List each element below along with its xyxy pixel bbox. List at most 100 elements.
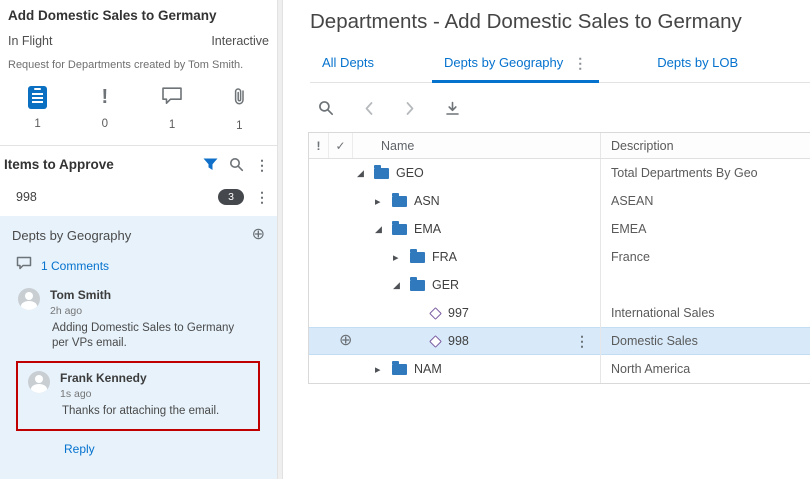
node-description: Domestic Sales: [601, 327, 810, 355]
request-title: Add Domestic Sales to Germany: [8, 8, 269, 23]
comment-time: 2h ago: [50, 305, 250, 317]
item-menu-icon[interactable]: ⋮: [255, 190, 269, 204]
grid-toolbar: [318, 100, 810, 116]
tree-row-997[interactable]: 997 International Sales: [309, 299, 810, 327]
comment-text: Thanks for attaching the email.: [60, 404, 219, 419]
folder-icon: [392, 364, 407, 375]
request-sidebar: Add Domestic Sales to Germany In Flight …: [0, 0, 277, 479]
node-description: EMEA: [601, 215, 810, 243]
expand-toggle-icon[interactable]: ▸: [375, 363, 391, 376]
node-label: 998: [448, 334, 469, 348]
filter-icon[interactable]: [203, 158, 218, 171]
request-subtitle: Request for Departments created by Tom S…: [8, 59, 269, 71]
folder-icon: [410, 252, 425, 263]
issues-count: 0: [102, 118, 108, 130]
items-menu-icon[interactable]: ⋮: [255, 158, 269, 172]
tab-depts-by-geography[interactable]: Depts by Geography ⋮: [432, 55, 599, 82]
avatar: [18, 288, 40, 310]
tab-label: Depts by Geography: [444, 55, 563, 70]
approval-item-998[interactable]: 998 3 ⋮: [0, 181, 277, 216]
request-status: In Flight: [8, 34, 52, 48]
tab-all-depts[interactable]: All Depts: [310, 55, 386, 82]
collapse-toggle-icon[interactable]: ◢: [375, 224, 391, 235]
comment-text: Adding Domestic Sales to Germany per VPs…: [50, 321, 250, 351]
folder-icon: [410, 280, 425, 291]
page-title: Departments - Add Domestic Sales to Germ…: [310, 10, 810, 34]
app-window: Add Domestic Sales to Germany In Flight …: [0, 0, 810, 479]
tab-depts-by-lob[interactable]: Depts by LOB: [645, 55, 750, 82]
row-menu-icon[interactable]: ⋮: [575, 334, 589, 348]
chevron-left-icon[interactable]: [363, 101, 375, 116]
request-header: Add Domestic Sales to Germany In Flight …: [0, 0, 277, 71]
paperclip-icon: [231, 86, 248, 111]
folder-icon: [392, 196, 407, 207]
node-description: Total Departments By Geo: [601, 159, 810, 187]
sidebar-icon-tabs: 1 ! 0 1 1: [0, 86, 277, 132]
department-tree-grid: ! ✓ Name Description ◢ GEO Total Departm…: [308, 132, 810, 384]
node-description: [601, 271, 810, 299]
row-add-icon[interactable]: ⊕: [339, 333, 352, 349]
attachments-count: 1: [236, 120, 242, 132]
tree-row-asn[interactable]: ▸ ASN ASEAN: [309, 187, 810, 215]
view-tabs: All Depts Depts by Geography ⋮ Depts by …: [310, 55, 810, 83]
description-column-header[interactable]: Description: [601, 133, 810, 158]
tab-items[interactable]: 1: [4, 86, 71, 132]
collapse-toggle-icon[interactable]: ◢: [357, 168, 373, 179]
search-icon[interactable]: [318, 100, 334, 116]
node-label: GER: [432, 278, 459, 292]
exclamation-icon: !: [102, 86, 109, 109]
tree-row-998[interactable]: ⊕ 998 ⋮ Domestic Sales: [309, 327, 810, 355]
item-label: 998: [16, 190, 218, 204]
tree-row-fra[interactable]: ▸ FRA France: [309, 243, 810, 271]
node-label: ASN: [414, 194, 440, 208]
name-column-header[interactable]: Name: [353, 133, 601, 158]
collapse-toggle-icon[interactable]: ◢: [393, 280, 409, 291]
comment-icon: [161, 86, 183, 110]
tab-attachments[interactable]: 1: [206, 86, 273, 132]
comment-author: Tom Smith: [50, 288, 250, 302]
node-description: ASEAN: [601, 187, 810, 215]
clipboard-icon: [28, 86, 47, 109]
comment-bubble-icon: [16, 256, 32, 275]
tree-row-geo[interactable]: ◢ GEO Total Departments By Geo: [309, 159, 810, 187]
check-column-header[interactable]: ✓: [329, 133, 353, 158]
comment-frank-kennedy: Frank Kennedy 1s ago Thanks for attachin…: [22, 371, 254, 419]
tab-issues[interactable]: ! 0: [71, 86, 138, 132]
tree-row-ema[interactable]: ◢ EMA EMEA: [309, 215, 810, 243]
request-mode: Interactive: [211, 34, 269, 48]
node-label: NAM: [414, 362, 442, 376]
items-count: 1: [34, 118, 40, 130]
reply-link[interactable]: Reply: [64, 442, 95, 456]
tab-menu-icon[interactable]: ⋮: [573, 56, 587, 70]
flag-column-header[interactable]: !: [309, 133, 329, 158]
leaf-node-icon: [429, 335, 442, 348]
item-count-badge: 3: [218, 189, 244, 205]
main-content: Departments - Add Domestic Sales to Germ…: [283, 0, 810, 479]
leaf-node-icon: [429, 307, 442, 320]
node-label: 997: [448, 306, 469, 320]
grid-header: ! ✓ Name Description: [309, 133, 810, 159]
comment-author: Frank Kennedy: [60, 371, 219, 385]
node-label: GEO: [396, 166, 424, 180]
add-icon[interactable]: ⊕: [252, 227, 265, 243]
search-icon[interactable]: [229, 157, 244, 172]
expand-toggle-icon[interactable]: ▸: [393, 251, 409, 264]
comments-link[interactable]: 1 Comments: [41, 259, 109, 273]
highlight-box: Frank Kennedy 1s ago Thanks for attachin…: [16, 361, 260, 431]
tab-label: All Depts: [322, 55, 374, 70]
comments-count: 1: [169, 119, 175, 131]
selected-item-title: Depts by Geography: [12, 228, 252, 243]
download-icon[interactable]: [445, 101, 460, 116]
folder-icon: [392, 224, 407, 235]
avatar: [28, 371, 50, 393]
tree-row-nam[interactable]: ▸ NAM North America: [309, 355, 810, 383]
selected-item-panel: Depts by Geography ⊕ 1 Comments Tom Smit…: [0, 216, 277, 479]
tab-comments[interactable]: 1: [139, 86, 206, 132]
comment-time: 1s ago: [60, 388, 219, 400]
tree-row-ger[interactable]: ◢ GER: [309, 271, 810, 299]
expand-toggle-icon[interactable]: ▸: [375, 195, 391, 208]
comment-tom-smith: Tom Smith 2h ago Adding Domestic Sales t…: [12, 288, 265, 351]
tab-label: Depts by LOB: [657, 55, 738, 70]
node-description: International Sales: [601, 299, 810, 327]
chevron-right-icon[interactable]: [404, 101, 416, 116]
